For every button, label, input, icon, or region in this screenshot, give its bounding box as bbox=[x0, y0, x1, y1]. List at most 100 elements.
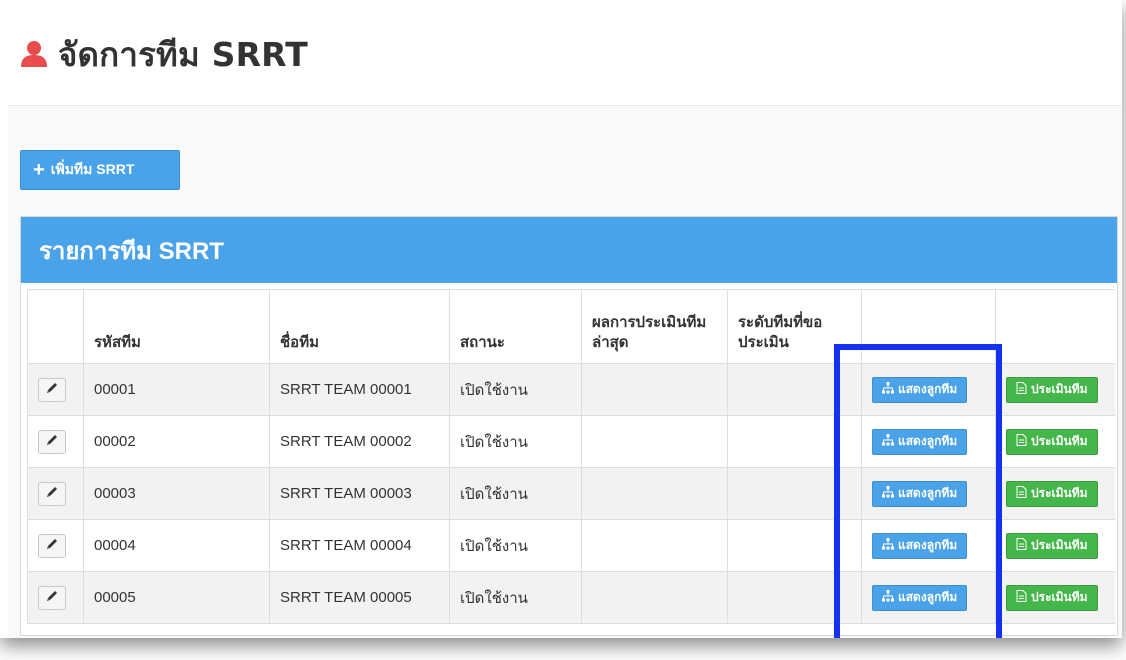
column-header-members bbox=[861, 289, 996, 364]
show-members-label: แสดงลูกทีม bbox=[898, 382, 958, 396]
assess-cell: ประเมินทีม bbox=[995, 519, 1115, 572]
document-icon bbox=[1016, 382, 1027, 397]
show-members-label: แสดงลูกทีม bbox=[898, 486, 958, 500]
team-table-body: 00001 SRRT TEAM 00001 เปิดใช้งาน แสดงลูก… bbox=[27, 363, 1115, 624]
assess-team-label: ประเมินทีม bbox=[1031, 538, 1088, 552]
show-members-label: แสดงลูกทีม bbox=[898, 590, 958, 604]
members-cell: แสดงลูกทีม bbox=[861, 571, 996, 624]
app-frame: จัดการทีม SRRT + เพิ่มทีม SRRT รายการทีม… bbox=[0, 0, 1122, 638]
status-cell: เปิดใช้งาน bbox=[449, 571, 582, 624]
assess-team-label: ประเมินทีม bbox=[1031, 590, 1088, 604]
edit-cell bbox=[27, 467, 84, 520]
team-name-cell: SRRT TEAM 00004 bbox=[269, 519, 450, 572]
status-cell: เปิดใช้งาน bbox=[449, 363, 582, 416]
column-header-last-result: ผลการประเมินทีมล่าสุด bbox=[581, 289, 728, 364]
members-cell: แสดงลูกทีม bbox=[861, 519, 996, 572]
show-members-label: แสดงลูกทีม bbox=[898, 434, 958, 448]
edit-button[interactable] bbox=[38, 585, 66, 610]
show-members-button[interactable]: แสดงลูกทีม bbox=[872, 376, 968, 403]
show-members-button[interactable]: แสดงลูกทีม bbox=[872, 480, 968, 507]
show-members-button[interactable]: แสดงลูกทีม bbox=[872, 532, 968, 559]
panel-heading: รายการทีม SRRT bbox=[21, 217, 1117, 283]
show-members-button[interactable]: แสดงลูกทีม bbox=[872, 428, 968, 455]
edit-button[interactable] bbox=[38, 481, 66, 506]
team-id-cell: 00005 bbox=[83, 571, 270, 624]
members-cell: แสดงลูกทีม bbox=[861, 467, 996, 520]
assess-cell: ประเมินทีม bbox=[995, 467, 1115, 520]
show-members-label: แสดงลูกทีม bbox=[898, 538, 958, 552]
table-row: 00003 SRRT TEAM 00003 เปิดใช้งาน แสดงลูก… bbox=[27, 467, 1115, 520]
pencil-icon bbox=[45, 433, 59, 451]
column-header-edit bbox=[27, 289, 84, 364]
team-table: รหัสทีม ชื่อทีม สถานะ ผลการประเมินทีมล่า… bbox=[27, 289, 1115, 624]
assess-cell: ประเมินทีม bbox=[995, 571, 1115, 624]
team-name-cell: SRRT TEAM 00005 bbox=[269, 571, 450, 624]
document-icon bbox=[1016, 590, 1027, 605]
team-name-cell: SRRT TEAM 00003 bbox=[269, 467, 450, 520]
pencil-icon bbox=[45, 589, 59, 607]
page-title: จัดการทีม SRRT bbox=[20, 34, 308, 74]
assess-team-label: ประเมินทีม bbox=[1031, 434, 1088, 448]
assess-team-button[interactable]: ประเมินทีม bbox=[1006, 584, 1098, 611]
last-result-cell bbox=[581, 571, 728, 624]
last-result-cell bbox=[581, 415, 728, 468]
status-cell: เปิดใช้งาน bbox=[449, 519, 582, 572]
team-id-cell: 00002 bbox=[83, 415, 270, 468]
main-content: + เพิ่มทีม SRRT รายการทีม SRRT รหัสทีม ช… bbox=[8, 106, 1122, 638]
assess-team-button[interactable]: ประเมินทีม bbox=[1006, 532, 1098, 559]
assess-team-button[interactable]: ประเมินทีม bbox=[1006, 376, 1098, 403]
status-cell: เปิดใช้งาน bbox=[449, 415, 582, 468]
team-name-cell: SRRT TEAM 00001 bbox=[269, 363, 450, 416]
edit-cell bbox=[27, 363, 84, 416]
user-icon bbox=[20, 40, 48, 68]
column-header-team-name: ชื่อทีม bbox=[269, 289, 450, 364]
add-team-button[interactable]: + เพิ่มทีม SRRT bbox=[20, 150, 180, 190]
team-table-wrap: รหัสทีม ชื่อทีม สถานะ ผลการประเมินทีมล่า… bbox=[27, 289, 1115, 637]
team-list-panel: รายการทีม SRRT รหัสทีม ชื่อทีม สถานะ ผลก… bbox=[20, 216, 1118, 636]
assess-team-label: ประเมินทีม bbox=[1031, 486, 1088, 500]
assess-team-button[interactable]: ประเมินทีม bbox=[1006, 480, 1098, 507]
pencil-icon bbox=[45, 381, 59, 399]
sitemap-icon bbox=[882, 434, 894, 449]
add-team-label: เพิ่มทีม SRRT bbox=[50, 161, 135, 177]
team-id-cell: 00003 bbox=[83, 467, 270, 520]
members-cell: แสดงลูกทีม bbox=[861, 415, 996, 468]
level-cell bbox=[727, 519, 862, 572]
team-name-cell: SRRT TEAM 00002 bbox=[269, 415, 450, 468]
table-row: 00005 SRRT TEAM 00005 เปิดใช้งาน แสดงลูก… bbox=[27, 571, 1115, 624]
level-cell bbox=[727, 363, 862, 416]
team-id-cell: 00001 bbox=[83, 363, 270, 416]
level-cell bbox=[727, 415, 862, 468]
table-row: 00004 SRRT TEAM 00004 เปิดใช้งาน แสดงลูก… bbox=[27, 519, 1115, 572]
level-cell bbox=[727, 571, 862, 624]
column-header-level: ระดับทีมที่ขอประเมิน bbox=[727, 289, 862, 364]
sitemap-icon bbox=[882, 590, 894, 605]
last-result-cell bbox=[581, 363, 728, 416]
edit-cell bbox=[27, 571, 84, 624]
last-result-cell bbox=[581, 467, 728, 520]
assess-cell: ประเมินทีม bbox=[995, 363, 1115, 416]
assess-team-button[interactable]: ประเมินทีม bbox=[1006, 428, 1098, 455]
sitemap-icon bbox=[882, 538, 894, 553]
edit-cell bbox=[27, 415, 84, 468]
status-cell: เปิดใช้งาน bbox=[449, 467, 582, 520]
last-result-cell bbox=[581, 519, 728, 572]
column-header-team-id: รหัสทีม bbox=[83, 289, 270, 364]
team-id-cell: 00004 bbox=[83, 519, 270, 572]
document-icon bbox=[1016, 538, 1027, 553]
edit-button[interactable] bbox=[38, 377, 66, 402]
edit-cell bbox=[27, 519, 84, 572]
document-icon bbox=[1016, 434, 1027, 449]
table-row: 00001 SRRT TEAM 00001 เปิดใช้งาน แสดงลูก… bbox=[27, 363, 1115, 416]
assess-cell: ประเมินทีม bbox=[995, 415, 1115, 468]
show-members-button[interactable]: แสดงลูกทีม bbox=[872, 584, 968, 611]
level-cell bbox=[727, 467, 862, 520]
page-header: จัดการทีม SRRT bbox=[8, 8, 1122, 106]
edit-button[interactable] bbox=[38, 429, 66, 454]
pencil-icon bbox=[45, 485, 59, 503]
page-title-text: จัดการทีม SRRT bbox=[58, 34, 309, 74]
pencil-icon bbox=[45, 537, 59, 555]
edit-button[interactable] bbox=[38, 533, 66, 558]
column-header-assess bbox=[995, 289, 1115, 364]
column-header-status: สถานะ bbox=[449, 289, 582, 364]
